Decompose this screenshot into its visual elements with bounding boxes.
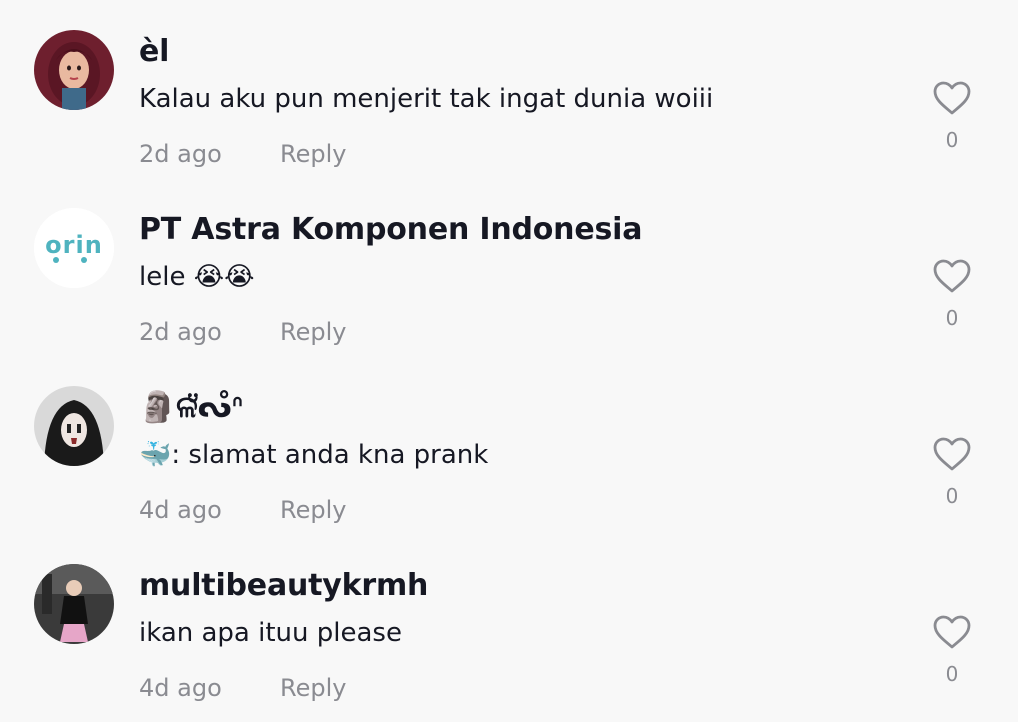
avatar[interactable] <box>34 30 114 110</box>
like-button[interactable]: 0 <box>930 614 974 686</box>
comment-text: ikan apa ituu please <box>139 618 402 648</box>
reply-button[interactable]: Reply <box>280 674 346 702</box>
comment-item: orin PT Astra Komponen Indonesia lele 😭😭… <box>0 178 1018 356</box>
like-button[interactable]: 0 <box>930 436 974 508</box>
comment-time: 4d ago <box>139 674 222 702</box>
reply-button[interactable]: Reply <box>280 496 346 524</box>
heart-outline-icon <box>933 437 971 471</box>
comment-meta: 2d ago Reply <box>139 318 346 346</box>
comment-username[interactable]: multibeautykrmh <box>139 568 428 603</box>
reply-button[interactable]: Reply <box>280 140 346 168</box>
comment-meta: 2d ago Reply <box>139 140 346 168</box>
avatar[interactable]: orin <box>34 208 114 288</box>
comment-meta: 4d ago Reply <box>139 674 346 702</box>
comment-time: 2d ago <box>139 318 222 346</box>
avatar[interactable] <box>34 386 114 466</box>
comment-item: 🗿ଳ̆̈ᔓ̊ᐢ 🐳: slamat anda kna prank 4d ago … <box>0 356 1018 534</box>
avatar-logo-text: orin <box>45 231 103 259</box>
comment-meta: 4d ago Reply <box>139 496 346 524</box>
heart-outline-icon <box>933 81 971 115</box>
comment-list: èl Kalau aku pun menjerit tak ingat duni… <box>0 0 1018 722</box>
heart-outline-icon <box>933 259 971 293</box>
like-count: 0 <box>945 128 959 152</box>
heart-outline-icon <box>933 615 971 649</box>
like-count: 0 <box>945 484 959 508</box>
comment-text: lele 😭😭 <box>139 262 255 292</box>
comment-username[interactable]: 🗿ଳ̆̈ᔓ̊ᐢ <box>139 390 243 425</box>
avatar[interactable] <box>34 564 114 644</box>
comment-text: 🐳: slamat anda kna prank <box>139 440 489 470</box>
comment-item: èl Kalau aku pun menjerit tak ingat duni… <box>0 0 1018 178</box>
like-count: 0 <box>945 662 959 686</box>
comment-time: 4d ago <box>139 496 222 524</box>
like-button[interactable]: 0 <box>930 258 974 330</box>
reply-button[interactable]: Reply <box>280 318 346 346</box>
comment-username[interactable]: PT Astra Komponen Indonesia <box>139 212 642 247</box>
like-button[interactable]: 0 <box>930 80 974 152</box>
comment-item: multibeautykrmh ikan apa ituu please 4d … <box>0 534 1018 712</box>
like-count: 0 <box>945 306 959 330</box>
comment-username[interactable]: èl <box>139 34 169 69</box>
comment-time: 2d ago <box>139 140 222 168</box>
comment-text: Kalau aku pun menjerit tak ingat dunia w… <box>139 84 714 114</box>
